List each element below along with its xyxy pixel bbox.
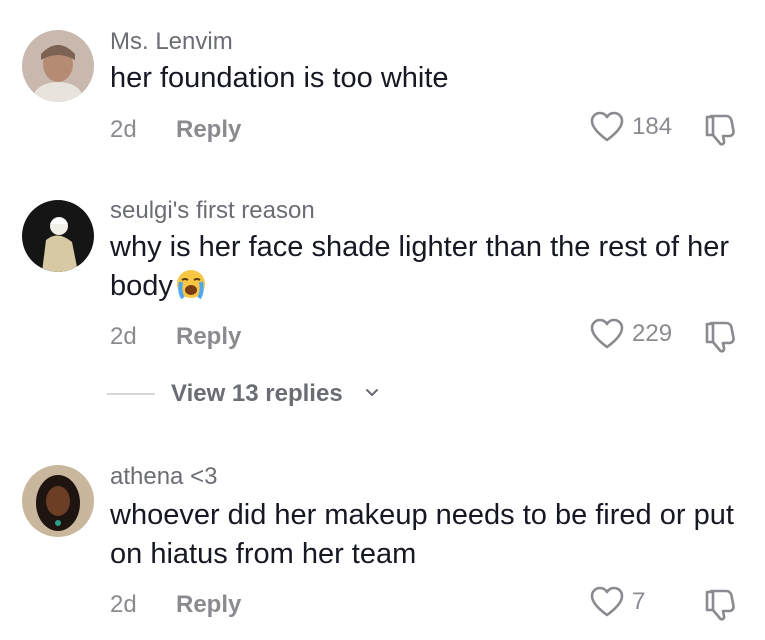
comment-username[interactable]: athena <3 [110, 463, 217, 491]
avatar[interactable] [22, 465, 94, 537]
like-button[interactable]: 7 [590, 586, 645, 618]
comment-text: whoever did her makeup needs to be fired… [110, 499, 734, 570]
like-count: 7 [632, 588, 646, 615]
reply-button[interactable]: Reply [176, 591, 241, 619]
comment-time: 2d [110, 591, 137, 618]
dislike-icon[interactable] [702, 586, 738, 622]
heart-icon [590, 586, 624, 618]
comment-item: athena <3 whoever did her makeup needs t… [0, 0, 765, 640]
